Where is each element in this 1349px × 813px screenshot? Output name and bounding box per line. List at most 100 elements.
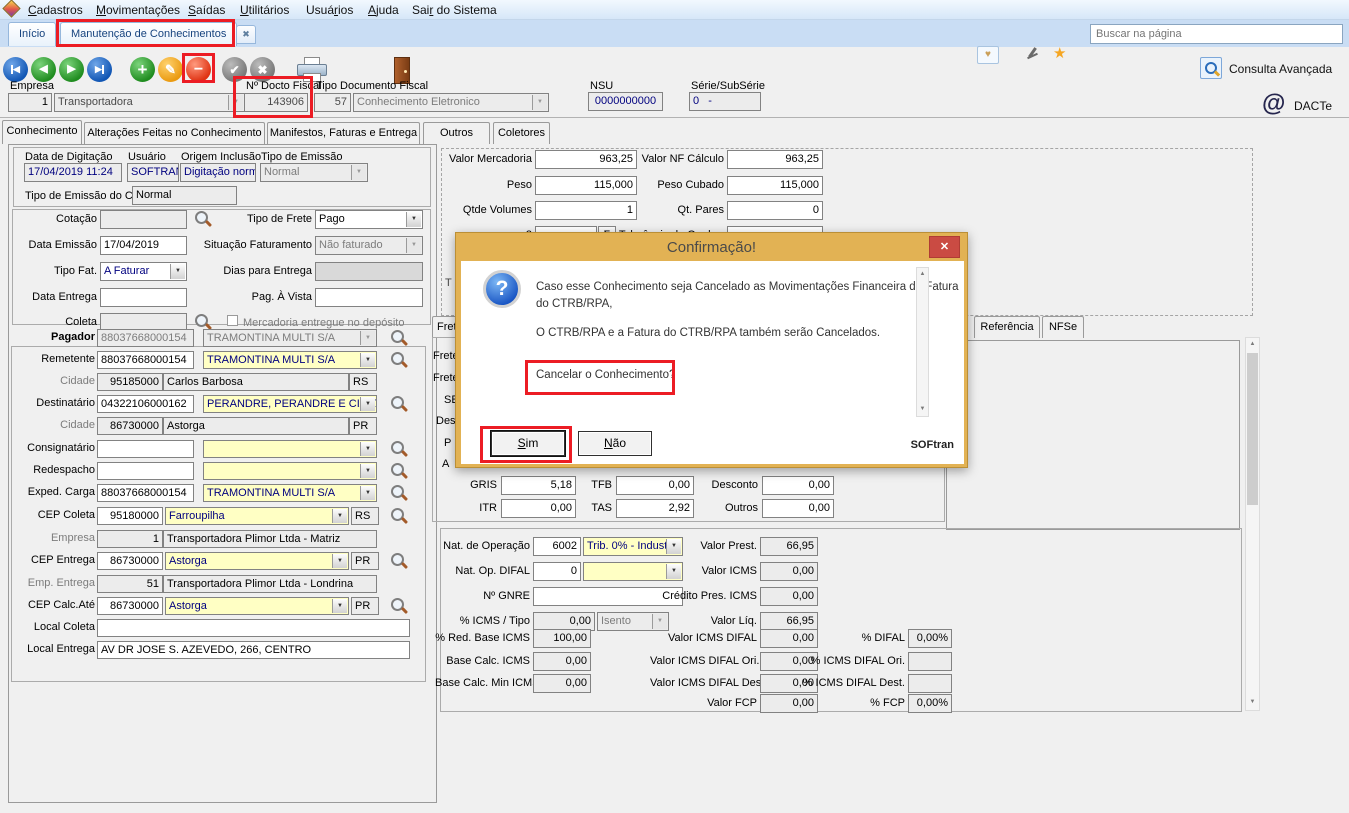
- search-icon[interactable]: [388, 461, 408, 481]
- scroll-down-icon[interactable]: ▼: [1246, 696, 1259, 709]
- tab-nfse[interactable]: NFSe: [1042, 316, 1084, 338]
- redespacho-code-field[interactable]: [97, 462, 194, 480]
- cep-entrega-dropdown[interactable]: Astorga▼: [165, 552, 349, 570]
- cotacao-label: Cotação: [2, 210, 97, 229]
- scroll-up-icon[interactable]: ▲: [1246, 338, 1259, 351]
- tab-conhecimento[interactable]: Conhecimento: [2, 120, 82, 144]
- outros-field[interactable]: 0,00: [762, 499, 834, 518]
- tab-manifestos[interactable]: Manifestos, Faturas e Entrega: [267, 122, 420, 144]
- dialog-message-line1: Caso esse Conhecimento seja Cancelado as…: [536, 281, 959, 293]
- desconto-field[interactable]: 0,00: [762, 476, 834, 495]
- search-icon[interactable]: [388, 350, 408, 370]
- dacte-label[interactable]: DACTe: [1294, 99, 1332, 113]
- scroll-up-icon[interactable]: ▲: [916, 268, 929, 281]
- consignatario-dropdown[interactable]: ▼: [203, 440, 377, 458]
- menu-saidas[interactable]: Saídas: [188, 3, 225, 17]
- remetente-dropdown[interactable]: TRAMONTINA MULTI S/A▼: [203, 351, 377, 369]
- next-record-button[interactable]: ▶: [59, 57, 84, 82]
- advanced-search-icon[interactable]: [1200, 57, 1222, 79]
- cep-calc-dropdown[interactable]: Astorga▼: [165, 597, 349, 615]
- dacte-icon[interactable]: @: [1262, 90, 1285, 118]
- peso-cubado-field[interactable]: 115,000: [727, 176, 823, 195]
- search-icon[interactable]: [388, 483, 408, 503]
- valor-nf-field[interactable]: 963,25: [727, 150, 823, 169]
- menu-utilitarios[interactable]: Utilitários: [240, 3, 289, 17]
- app-window: Cadastros Movimentações Saídas Utilitári…: [0, 0, 1349, 813]
- tas-field[interactable]: 2,92: [616, 499, 694, 518]
- pin-icon[interactable]: [1025, 46, 1039, 62]
- menu-bar: Cadastros Movimentações Saídas Utilitári…: [0, 0, 1349, 20]
- local-entrega-field[interactable]: AV DR JOSE S. AZEVEDO, 266, CENTRO: [97, 641, 410, 659]
- tipo-doc-code-field: 57: [314, 93, 351, 112]
- tab-referencia[interactable]: Referência: [974, 316, 1040, 338]
- cep-coleta-field[interactable]: 95180000: [97, 507, 163, 525]
- search-input[interactable]: [1090, 24, 1343, 44]
- menu-movimentacoes[interactable]: Movimentações: [96, 3, 180, 17]
- destinatario-code-field[interactable]: 04322106000162: [97, 395, 194, 413]
- empresa-dropdown[interactable]: Transportadora▼: [54, 93, 245, 112]
- empresa-label: Empresa: [10, 80, 54, 92]
- data-entrega-field[interactable]: [100, 288, 187, 307]
- tipo-emissao-dropdown[interactable]: Normal▼: [260, 163, 368, 182]
- search-icon[interactable]: [388, 328, 408, 348]
- nat-difal-code-field[interactable]: 0: [533, 562, 581, 581]
- search-icon[interactable]: [388, 439, 408, 459]
- mercadoria-checkbox[interactable]: [227, 315, 238, 326]
- menu-cadastros[interactable]: Cadastros: [28, 3, 83, 17]
- menu-usuarios[interactable]: Usuários: [306, 3, 353, 17]
- tab-outros[interactable]: Outros: [423, 122, 490, 144]
- tipo-fat-label: Tipo Fat.: [2, 262, 97, 281]
- cep-calc-field[interactable]: 86730000: [97, 597, 163, 615]
- tab-alteracoes[interactable]: Alterações Feitas no Conhecimento: [84, 122, 265, 144]
- tipo-frete-dropdown[interactable]: Pago▼: [315, 210, 423, 229]
- edit-button[interactable]: ✎: [158, 57, 183, 82]
- p-fcp-label: % FCP: [800, 694, 905, 713]
- data-emissao-field[interactable]: 17/04/2019: [100, 236, 187, 255]
- close-tab-icon[interactable]: ✖: [236, 25, 256, 44]
- cep-entrega-field[interactable]: 86730000: [97, 552, 163, 570]
- close-icon[interactable]: ✕: [929, 236, 960, 258]
- search-icon[interactable]: [388, 596, 408, 616]
- no-button[interactable]: Não: [578, 431, 652, 456]
- tipo-fat-dropdown[interactable]: A Faturar▼: [100, 262, 187, 281]
- local-coleta-field[interactable]: [97, 619, 410, 637]
- tab-coletores[interactable]: Coletores: [493, 122, 550, 144]
- cep-calc-label: CEP Calc.Até: [2, 596, 95, 615]
- tfb-field[interactable]: 0,00: [616, 476, 694, 495]
- last-record-button[interactable]: ▶: [87, 57, 112, 82]
- search-icon[interactable]: [388, 506, 408, 526]
- cotacao-field[interactable]: [100, 210, 187, 229]
- dialog-scrollbar[interactable]: [916, 267, 929, 417]
- search-icon[interactable]: [388, 394, 408, 414]
- pagador-dropdown[interactable]: TRAMONTINA MULTI S/A▼: [203, 329, 377, 347]
- consignatario-code-field[interactable]: [97, 440, 194, 458]
- qt-pares-field[interactable]: 0: [727, 201, 823, 220]
- cep-coleta-dropdown[interactable]: Farroupilha▼: [165, 507, 349, 525]
- menu-sair[interactable]: Sair do Sistema: [412, 3, 497, 17]
- scroll-down-icon[interactable]: ▼: [916, 403, 929, 416]
- menu-ajuda[interactable]: Ajuda: [368, 3, 399, 17]
- remetente-code-field[interactable]: 88037668000154: [97, 351, 194, 369]
- favorites-icon[interactable]: ♥: [977, 46, 999, 64]
- first-record-button[interactable]: ◀: [3, 57, 28, 82]
- destinatario-dropdown[interactable]: PERANDRE, PERANDRE E CIA LT▼: [203, 395, 377, 413]
- exped-carga-label: Exped. Carga: [2, 483, 95, 502]
- situacao-faturamento-dropdown[interactable]: Não faturado▼: [315, 236, 423, 255]
- exped-carga-dropdown[interactable]: TRAMONTINA MULTI S/A▼: [203, 484, 377, 502]
- redespacho-dropdown[interactable]: ▼: [203, 462, 377, 480]
- data-emissao-label: Data Emissão: [2, 236, 97, 255]
- chevron-down-icon: ▼: [532, 95, 547, 110]
- chevron-down-icon: ▼: [332, 554, 347, 568]
- pag-vista-field[interactable]: [315, 288, 423, 307]
- consulta-avancada-label[interactable]: Consulta Avançada: [1229, 62, 1332, 76]
- previous-record-button[interactable]: ◀: [31, 57, 56, 82]
- scrollbar-thumb[interactable]: [1247, 353, 1258, 505]
- search-icon[interactable]: [388, 551, 408, 571]
- exped-carga-code-field[interactable]: 88037668000154: [97, 484, 194, 502]
- tipo-doc-dropdown[interactable]: Conhecimento Eletronico▼: [353, 93, 549, 112]
- p-icms-difal-dest-field: [908, 674, 952, 693]
- tab-inicio[interactable]: Início: [8, 22, 56, 46]
- add-button[interactable]: +: [130, 57, 155, 82]
- star-icon[interactable]: ★: [1053, 44, 1066, 62]
- nat-operacao-code-field[interactable]: 6002: [533, 537, 581, 556]
